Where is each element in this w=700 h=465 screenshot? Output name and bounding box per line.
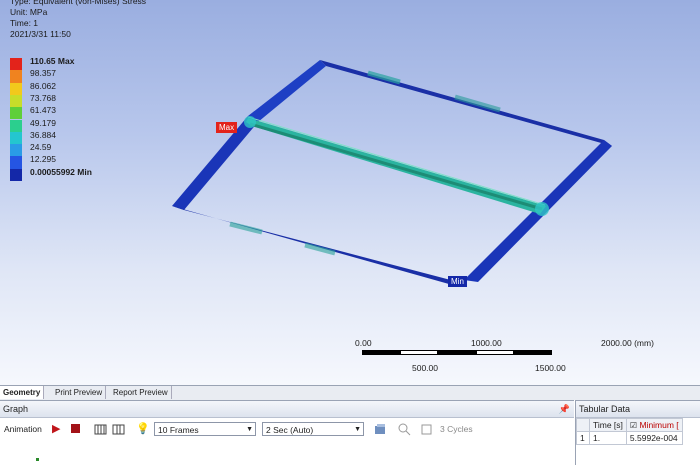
lightbulb-icon[interactable]: 💡 — [136, 423, 150, 436]
frame-model — [172, 60, 612, 286]
distributed-frames-icon[interactable] — [112, 423, 125, 436]
frames-select[interactable]: 10 Frames ▼ — [154, 422, 256, 436]
scale-segment — [400, 350, 438, 355]
hotspot-bottom — [229, 221, 263, 235]
chevron-down-icon: ▼ — [354, 426, 361, 433]
scale-label-500: 500.00 — [412, 363, 438, 373]
scale-label-2000: 2000.00 (mm) — [601, 338, 654, 348]
tabular-data-panel: Tabular Data Time [s] ☑ Minimum [ 1 1. 5… — [575, 400, 700, 465]
animation-toolbar: Animation ▶ 💡 10 Frames ▼ 2 Sec (Auto) ▼ 3… — [0, 420, 574, 440]
max-probe-label[interactable]: Max — [216, 122, 238, 133]
table-cell: 1. — [589, 431, 627, 445]
right-joint — [535, 202, 549, 216]
table-cell: 5.5992e-004 — [625, 431, 683, 445]
frames-value: 10 Frames — [158, 425, 199, 435]
tab-print-preview[interactable]: Print Preview — [52, 386, 107, 399]
frame-left-upper — [248, 60, 326, 122]
left-joint — [244, 116, 256, 128]
frames-icon[interactable] — [94, 423, 107, 436]
central-beam-edge — [247, 116, 546, 206]
stop-icon[interactable] — [70, 423, 83, 436]
tabular-title: Tabular Data — [579, 404, 631, 414]
scale-label-1000: 1000.00 — [471, 338, 502, 348]
pin-icon[interactable]: 📌 — [559, 401, 570, 417]
graph-title: Graph — [3, 404, 29, 414]
cycles-label: 3 Cycles — [440, 424, 473, 434]
table-row[interactable]: 1 1. 5.5992e-004 — [576, 431, 683, 445]
scale-label-1500: 1500.00 — [535, 363, 566, 373]
tabular-header: Tabular Data — [576, 401, 700, 418]
minimum-header-label: Minimum [ — [639, 420, 679, 430]
central-beam-highlight — [249, 122, 543, 211]
table-header-cell — [576, 418, 590, 432]
scale-label-0: 0.00 — [355, 338, 372, 348]
tab-geometry[interactable]: Geometry — [0, 386, 45, 399]
chevron-down-icon: ▼ — [246, 426, 253, 433]
table-cell: 1 — [576, 431, 590, 445]
table-header-row: Time [s] ☑ Minimum [ — [576, 418, 683, 432]
frame-top-member — [320, 60, 612, 146]
speed-value: 2 Sec (Auto) — [266, 425, 314, 435]
tab-report-preview[interactable]: Report Preview — [110, 386, 172, 399]
animation-label: Animation — [4, 424, 42, 434]
table-header-cell-minimum[interactable]: ☑ Minimum [ — [625, 418, 683, 432]
scale-segment — [362, 350, 400, 355]
graph-header: Graph 📌 — [0, 401, 574, 418]
table-header-cell[interactable]: Time [s] — [589, 418, 627, 432]
speed-select[interactable]: 2 Sec (Auto) ▼ — [262, 422, 364, 436]
play-icon[interactable]: ▶ — [52, 423, 65, 436]
zoom-icon[interactable] — [398, 423, 411, 436]
frame-left-member — [172, 116, 258, 210]
min-probe-label[interactable]: Min — [448, 276, 467, 287]
graph-panel: Graph 📌 Animation ▶ 💡 10 Frames ▼ 2 Sec (… — [0, 400, 574, 465]
export-video-icon[interactable] — [374, 423, 387, 436]
checkbox-icon[interactable]: ☑ — [630, 421, 637, 430]
tabular-table: Time [s] ☑ Minimum [ 1 1. 5.5992e-004 — [576, 418, 683, 445]
cycles-icon[interactable] — [420, 423, 433, 436]
scale-segment — [514, 350, 552, 355]
scale-segment — [476, 350, 514, 355]
frame-bottom-member — [172, 206, 466, 286]
view-tabs: Geometry Print Preview Report Preview — [0, 385, 700, 400]
timeline-marker — [36, 458, 39, 461]
scale-bar: 0.00 1000.00 2000.00 (mm) 500.00 1500.00 — [355, 338, 700, 378]
3d-viewport[interactable]: Type: Equivalent (von-Mises) Stress Unit… — [0, 0, 700, 385]
scale-segment — [438, 350, 476, 355]
